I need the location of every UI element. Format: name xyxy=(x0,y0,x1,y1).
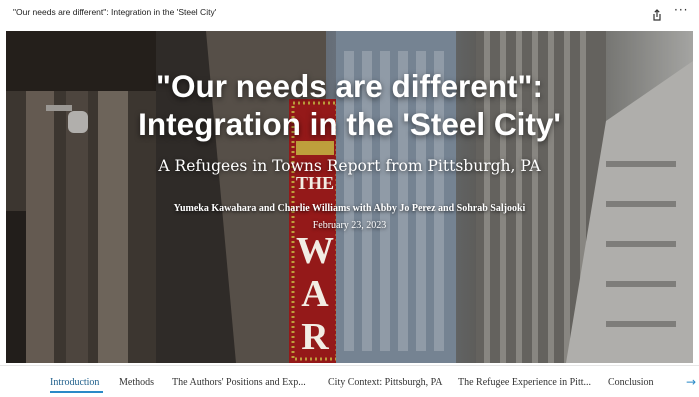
nav-authors-positions[interactable]: The Authors' Positions and Exp... xyxy=(172,377,306,388)
nav-introduction[interactable]: Introduction xyxy=(50,377,99,388)
report-authors: Yumeka Kawahara and Charlie Williams wit… xyxy=(173,203,526,214)
arrow-right-icon[interactable]: → xyxy=(686,375,696,389)
report-title-line-1: "Our needs are different": xyxy=(156,68,543,104)
nav-methods[interactable]: Methods xyxy=(119,377,154,388)
report-date: February 23, 2023 xyxy=(312,220,387,231)
nav-active-indicator xyxy=(50,391,103,393)
nav-conclusion[interactable]: Conclusion xyxy=(608,377,654,388)
nav-refugee-experience[interactable]: The Refugee Experience in Pitt... xyxy=(458,377,591,388)
report-title: "Our needs are different": Integration i… xyxy=(6,67,693,143)
nav-city-context[interactable]: City Context: Pittsburgh, PA xyxy=(328,377,442,388)
top-bar: "Our needs are different": Integration i… xyxy=(0,0,699,30)
more-icon[interactable]: ··· xyxy=(674,3,688,17)
report-title-line-2: Integration in the 'Steel City' xyxy=(138,106,561,142)
share-icon[interactable] xyxy=(650,7,664,21)
section-nav: Introduction Methods The Authors' Positi… xyxy=(0,365,699,397)
hero-banner: "Our needs are different": Integration i… xyxy=(6,31,693,363)
window-title: "Our needs are different": Integration i… xyxy=(13,7,217,17)
report-subtitle: A Refugees in Towns Report from Pittsbur… xyxy=(158,157,541,175)
